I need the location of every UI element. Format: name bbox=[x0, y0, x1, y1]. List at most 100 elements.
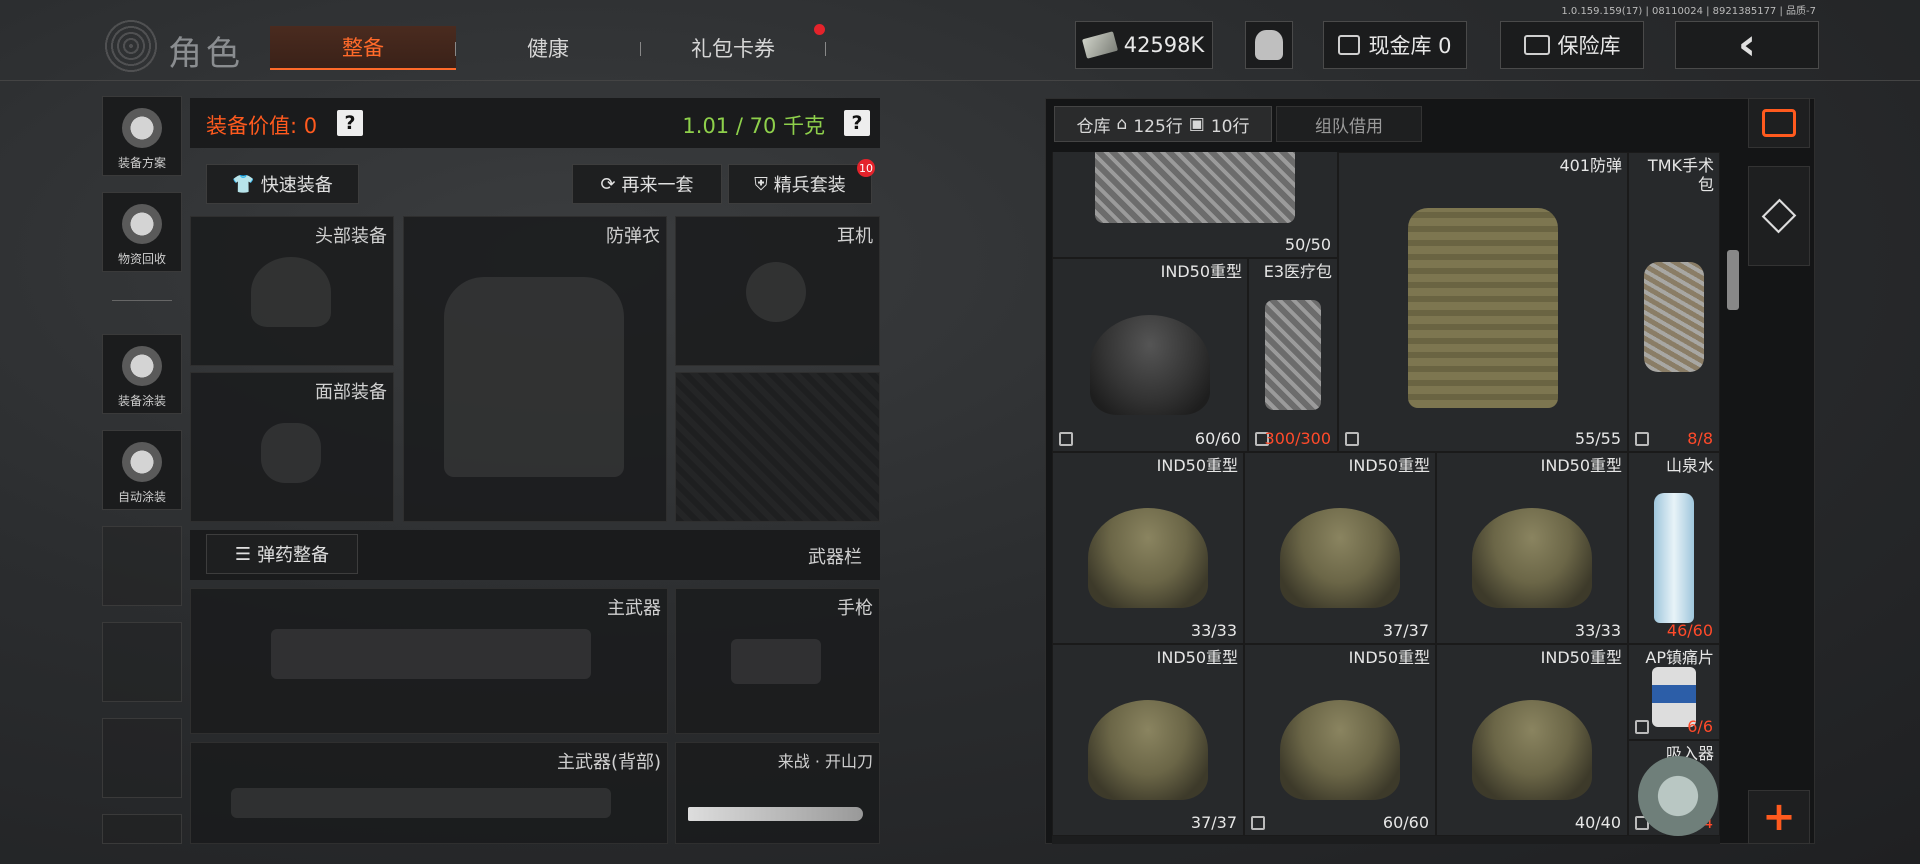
slot-armor[interactable]: 防弹衣 bbox=[403, 216, 667, 522]
item-image bbox=[1654, 492, 1694, 623]
warehouse-item[interactable]: E3医疗包 300/300 bbox=[1248, 258, 1338, 452]
item-image bbox=[1088, 699, 1208, 800]
item-count: 6/6 bbox=[1687, 717, 1713, 736]
item-tag-icon bbox=[1345, 432, 1359, 446]
again-label: 再来一套 bbox=[621, 175, 694, 196]
slot-head[interactable]: 头部装备 bbox=[190, 216, 394, 366]
tab-health[interactable]: 健康 bbox=[470, 26, 626, 70]
item-image bbox=[1408, 207, 1558, 408]
warehouse-item[interactable]: 50/50 bbox=[1052, 152, 1338, 258]
tab-separator bbox=[455, 42, 456, 56]
warehouse-item[interactable]: TMK手术包 8/8 bbox=[1628, 152, 1720, 452]
safe-label: 保险库 bbox=[1557, 34, 1621, 58]
sidebar-item-recycle[interactable]: 物资回收 bbox=[102, 192, 182, 272]
sidebar-empty-slot bbox=[102, 622, 182, 702]
item-count: 60/60 bbox=[1194, 429, 1241, 448]
item-name: AP镇痛片 bbox=[1645, 648, 1714, 667]
warehouse-tab-label: 仓库 bbox=[1076, 116, 1111, 137]
warehouse-item[interactable]: IND50重型 37/37 bbox=[1052, 644, 1244, 836]
warehouse-item[interactable]: IND50重型 33/33 bbox=[1436, 452, 1628, 644]
rifle-placeholder-icon bbox=[231, 788, 611, 818]
item-count: 300/300 bbox=[1264, 429, 1331, 448]
stack-refresh-icon bbox=[1762, 109, 1796, 137]
tab-team-borrow[interactable]: 组队借用 bbox=[1276, 106, 1422, 142]
safe-button[interactable]: 保险库 bbox=[1500, 21, 1644, 69]
slot-melee[interactable]: 来战 · 开山刀 bbox=[675, 742, 880, 844]
item-tag-icon bbox=[1635, 432, 1649, 446]
warehouse-item[interactable]: IND50重型 37/37 bbox=[1244, 452, 1436, 644]
slot-pistol[interactable]: 手枪 bbox=[675, 588, 880, 734]
sidebar-item-label: 自动涂装 bbox=[117, 490, 166, 504]
item-name: 山泉水 bbox=[1665, 456, 1714, 475]
sidebar-item-loadout[interactable]: 装备方案 bbox=[102, 96, 182, 176]
agent-button[interactable] bbox=[1245, 21, 1293, 69]
item-image bbox=[1090, 314, 1210, 415]
slot-headset-label: 耳机 bbox=[837, 226, 873, 247]
warehouse-rows-bag: 10行 bbox=[1210, 116, 1250, 137]
item-count: 33/33 bbox=[1190, 621, 1237, 640]
slot-locked bbox=[675, 372, 880, 522]
elite-set-button[interactable]: ⛨ 精兵套装 10 bbox=[728, 159, 875, 204]
back-arrow-icon: ‹ bbox=[1737, 19, 1757, 70]
weapon-bar-label: 武器栏 bbox=[808, 547, 862, 568]
item-name: IND50重型 bbox=[1156, 648, 1238, 667]
tab-warehouse[interactable]: 仓库 ⌂ 125行 ▣ 10行 bbox=[1054, 106, 1272, 142]
ammo-button[interactable]: ☰ 弹药整备 bbox=[206, 534, 358, 574]
slot-face[interactable]: 面部装备 bbox=[190, 372, 394, 522]
item-name: IND50重型 bbox=[1540, 456, 1622, 475]
item-name: TMK手术包 bbox=[1647, 156, 1714, 195]
cash-vault-button[interactable]: 现金库 0 bbox=[1323, 21, 1467, 69]
elite-badge: 10 bbox=[857, 159, 875, 177]
slot-primary-weapon[interactable]: 主武器 bbox=[190, 588, 668, 734]
agent-icon bbox=[1255, 30, 1283, 60]
sidebar-empty-slot bbox=[102, 718, 182, 798]
slot-primary-label: 主武器 bbox=[607, 598, 661, 619]
currency-display[interactable]: 42598K bbox=[1075, 21, 1213, 69]
item-image bbox=[1280, 699, 1400, 800]
version-string: 1.0.159.159(17) | 08110024 | 8921385177 … bbox=[1561, 6, 1816, 17]
cash-vault-label: 现金库 0 bbox=[1368, 34, 1452, 58]
slot-primary-weapon-back[interactable]: 主武器(背部) bbox=[190, 742, 668, 844]
warehouse-item[interactable]: 401防弹 55/55 bbox=[1338, 152, 1628, 452]
weight-help-icon[interactable]: ? bbox=[844, 110, 870, 136]
warehouse-item[interactable]: AP镇痛片 6/6 bbox=[1628, 644, 1720, 740]
item-count: 33/33 bbox=[1574, 621, 1621, 640]
warehouse-item[interactable]: IND50重型 40/40 bbox=[1436, 644, 1628, 836]
warehouse-scrollbar[interactable] bbox=[1727, 250, 1739, 310]
slot-headset[interactable]: 耳机 bbox=[675, 216, 880, 366]
elite-set-label: 精兵套装 bbox=[773, 175, 846, 196]
layer-button[interactable] bbox=[1748, 166, 1810, 266]
tab-separator bbox=[825, 42, 826, 56]
sidebar-item-label: 物资回收 bbox=[117, 252, 166, 266]
warehouse-item[interactable]: 山泉水 46/60 bbox=[1628, 452, 1720, 644]
vest-placeholder-icon bbox=[444, 277, 624, 477]
value-help-icon[interactable]: ? bbox=[337, 110, 363, 136]
warehouse-item[interactable]: IND50重型 33/33 bbox=[1052, 452, 1244, 644]
slot-armor-label: 防弹衣 bbox=[606, 226, 660, 247]
item-image bbox=[1095, 152, 1295, 224]
quick-equip-button[interactable]: 👕 快速装备 bbox=[206, 164, 359, 204]
recycle-icon bbox=[122, 204, 162, 244]
ammo-label: 弹药整备 bbox=[257, 545, 330, 566]
page-title: 角色 bbox=[168, 34, 244, 74]
helmet-placeholder-icon bbox=[251, 257, 331, 327]
sidebar-item-paint[interactable]: 装备涂装 bbox=[102, 334, 182, 414]
shield-icon: ⛨ bbox=[754, 173, 768, 195]
add-button[interactable]: + bbox=[1748, 790, 1810, 844]
cash-vault-icon bbox=[1338, 35, 1361, 55]
item-name: 401防弹 bbox=[1559, 156, 1622, 175]
again-button[interactable]: ⟳ 再来一套 bbox=[572, 164, 722, 204]
home-icon: ⌂ bbox=[1116, 114, 1128, 134]
item-tag-icon bbox=[1059, 432, 1073, 446]
tab-gift-coupons[interactable]: 礼包卡券 bbox=[655, 26, 811, 70]
warehouse-item[interactable]: IND50重型 60/60 bbox=[1052, 258, 1248, 452]
sort-button[interactable] bbox=[1748, 98, 1810, 148]
sidebar-item-auto-paint[interactable]: 自动涂装 bbox=[102, 430, 182, 510]
back-button[interactable]: ‹ bbox=[1675, 21, 1819, 69]
item-name: E3医疗包 bbox=[1263, 262, 1332, 281]
warehouse-item[interactable]: IND50重型 60/60 bbox=[1244, 644, 1436, 836]
tab-equipment[interactable]: 整备 bbox=[270, 26, 456, 70]
item-count: 46/60 bbox=[1666, 621, 1713, 640]
item-count: 60/60 bbox=[1382, 813, 1429, 832]
shirt-icon: 👕 bbox=[232, 173, 255, 195]
